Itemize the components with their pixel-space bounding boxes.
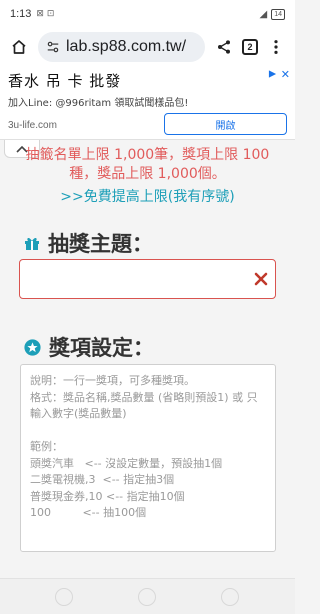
theme-input[interactable] xyxy=(19,259,276,299)
home-icon xyxy=(12,40,26,54)
ad-subtitle: 加入Line: @996ritam 領取試聞樣品包! xyxy=(8,98,189,109)
ad-choices-icon[interactable] xyxy=(268,69,277,79)
home-button[interactable] xyxy=(6,34,32,60)
theme-label: 抽獎主題： xyxy=(48,232,153,256)
battery-icon: 14 xyxy=(271,8,285,20)
status-time: 1:13 xyxy=(10,8,32,20)
status-right: ◢ 14 xyxy=(259,8,285,20)
nav-back-icon[interactable] xyxy=(55,588,73,606)
tab-count: 2 xyxy=(242,39,258,55)
gift-icon xyxy=(25,237,39,250)
prize-section-title: 獎項設定： xyxy=(24,332,154,362)
browser-toolbar: lab.sp88.com.tw/ 2 xyxy=(0,28,295,66)
theme-section-title: 抽獎主題： xyxy=(24,228,153,258)
prize-textarea[interactable]: 說明：一行一獎項，可多種獎項。 格式：獎品名稱,獎品數量 (省略則預設1) 或 … xyxy=(20,364,276,552)
ad-title[interactable]: 香水 吊 卡 批發 xyxy=(8,70,287,91)
placeholder-line: 範例： xyxy=(30,440,63,453)
nav-recents-icon[interactable] xyxy=(221,588,239,606)
bottom-bar xyxy=(0,578,295,614)
share-button[interactable] xyxy=(211,34,237,60)
free-upgrade-link[interactable]: >>免費提高上限(我有序號) xyxy=(0,186,295,206)
notification-icons: ⊠ ⊡ xyxy=(36,9,55,19)
placeholder-line: 普獎現金券,10 <-- 指定抽10個 xyxy=(30,489,185,503)
status-bar: 1:13 ⊠ ⊡ ◢ 14 xyxy=(0,0,295,28)
placeholder-line: 說明：一行一獎項，可多種獎項。 xyxy=(30,374,195,387)
limit-notice-line: 種，獎品上限 1,000個。 xyxy=(69,166,226,182)
ad-domain: 3u-life.com xyxy=(8,120,57,131)
ad-open-button[interactable]: 開啟 xyxy=(164,113,287,135)
address-bar[interactable]: lab.sp88.com.tw/ xyxy=(38,32,205,62)
placeholder-line: 格式：獎品名稱,獎品數量 (省略則預設1) 或 只 xyxy=(30,390,258,404)
signal-icon: ◢ xyxy=(259,8,268,20)
placeholder-line: 二獎電視機,3 <-- 指定抽3個 xyxy=(30,473,175,486)
prize-label: 獎項設定： xyxy=(49,336,154,360)
menu-button[interactable] xyxy=(263,34,289,60)
ad-banner[interactable]: 香水 吊 卡 批發 加入Line: @996ritam 領取試聞樣品包! 3u-… xyxy=(0,66,295,140)
more-vert-icon xyxy=(274,40,278,54)
limit-notice: 抽籤名單上限 1,000筆，獎項上限 100 種，獎品上限 1,000個。 xyxy=(0,146,295,184)
share-icon xyxy=(218,40,230,54)
clear-icon[interactable] xyxy=(253,271,269,287)
star-circle-icon xyxy=(24,338,41,356)
placeholder-line: 頭獎汽車 <-- 沒設定數量，預設抽1個 xyxy=(30,456,223,470)
nav-home-icon[interactable] xyxy=(138,588,156,606)
limit-notice-line: 抽籤名單上限 1,000筆，獎項上限 100 xyxy=(25,147,270,163)
url-text: lab.sp88.com.tw/ xyxy=(66,38,187,55)
placeholder-line xyxy=(30,423,266,440)
placeholder-line: 輸入數字(獎品數量) xyxy=(30,407,127,420)
placeholder-line: 100 <-- 抽100個 xyxy=(30,506,147,519)
tab-switcher-button[interactable]: 2 xyxy=(237,34,263,60)
site-settings-icon[interactable] xyxy=(46,40,60,54)
ad-close-icon[interactable]: ✕ xyxy=(281,68,290,81)
